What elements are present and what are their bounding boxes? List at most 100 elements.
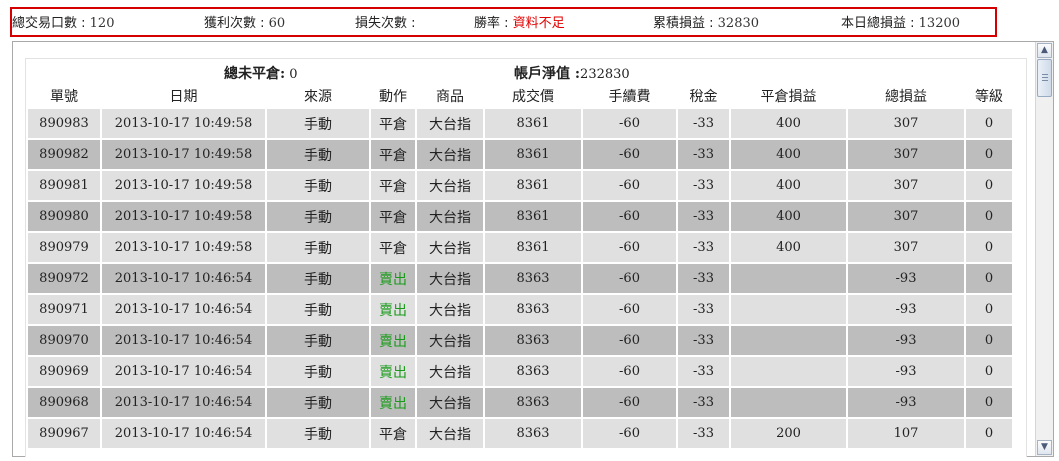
col-header-id: 單號 (27, 85, 101, 108)
cell-product: 大台指 (415, 107, 485, 140)
cell-source: 手動 (265, 200, 371, 233)
cell-price: 8363 (483, 355, 583, 388)
cell-id: 890980 (26, 200, 102, 233)
scroll-down-icon[interactable]: ▼ (1037, 440, 1052, 455)
col-header-product: 商品 (416, 85, 484, 108)
stat-cumulative-value: 32830 (717, 16, 760, 31)
col-header-action: 動作 (370, 85, 416, 108)
col-header-tax: 稅金 (677, 85, 730, 108)
open-positions-value: 0 (285, 67, 298, 82)
col-header-close-pl: 平倉損益 (730, 85, 847, 108)
col-header-price: 成交價 (484, 85, 582, 108)
stat-total-trades: 總交易口數 : 120 (12, 12, 114, 31)
table-row[interactable]: 890970 2013-10-17 10:46:54 手動 賣出 大台指 8363 -60-… (26, 324, 1014, 357)
cell-fee: -60 (581, 293, 678, 326)
cell-level: 0 (964, 262, 1014, 295)
stats-bar: 總交易口數 : 120 獲利次數 : 60 損失次數 : 勝率 : 資料不足 累… (10, 7, 997, 37)
scrollbar-thumb[interactable] (1037, 59, 1052, 97)
cell-source: 手動 (265, 262, 371, 295)
vertical-scrollbar[interactable]: ▲ ▼ (1035, 42, 1053, 456)
cell-action: 賣出 (369, 262, 417, 295)
open-positions: 總未平倉: 0 (224, 63, 298, 83)
stat-losses-label: 損失次數 : (355, 16, 416, 31)
cell-level: 0 (964, 417, 1014, 450)
cell-tax: -33 (676, 386, 731, 419)
cell-product: 大台指 (415, 200, 485, 233)
table-row[interactable]: 890967 2013-10-17 10:46:54 手動 平倉 大台指 8363 -60-… (26, 417, 1014, 450)
cell-date: 2013-10-17 10:49:58 (100, 138, 267, 171)
open-positions-label: 總未平倉: (224, 66, 286, 82)
cell-action: 賣出 (369, 293, 417, 326)
col-header-level: 等級 (965, 85, 1013, 108)
stat-today-value: 13200 (918, 16, 961, 31)
trades-table: 單號 日期 來源 動作 商品 成交價 手續費 稅金 平倉損益 總損益 等級 89… (26, 85, 1014, 450)
cell-date: 2013-10-17 10:49:58 (100, 107, 267, 140)
cell-date: 2013-10-17 10:46:54 (100, 262, 267, 295)
cell-level: 0 (964, 138, 1014, 171)
cell-close-pl: 400 (729, 138, 848, 171)
cell-action: 賣出 (369, 355, 417, 388)
table-row[interactable]: 890979 2013-10-17 10:49:58 手動 平倉 大台指 8361 -60-… (26, 231, 1014, 264)
cell-source: 手動 (265, 386, 371, 419)
cell-close-pl: 400 (729, 169, 848, 202)
cell-price: 8363 (483, 324, 583, 357)
table-row[interactable]: 890982 2013-10-17 10:49:58 手動 平倉 大台指 8361 -60-… (26, 138, 1014, 171)
cell-action: 平倉 (369, 169, 417, 202)
cell-close-pl (729, 355, 848, 388)
col-header-source: 來源 (266, 85, 370, 108)
cell-id: 890970 (26, 324, 102, 357)
scroll-up-icon[interactable]: ▲ (1037, 43, 1052, 58)
stat-win-rate-label: 勝率 : (474, 16, 513, 31)
cell-fee: -60 (581, 169, 678, 202)
cell-date: 2013-10-17 10:46:54 (100, 324, 267, 357)
cell-action: 賣出 (369, 324, 417, 357)
stat-losses: 損失次數 : (355, 12, 416, 31)
cell-source: 手動 (265, 355, 371, 388)
cell-total-pl: 307 (846, 231, 966, 264)
cell-close-pl (729, 386, 848, 419)
table-row[interactable]: 890969 2013-10-17 10:46:54 手動 賣出 大台指 8363 -60-… (26, 355, 1014, 388)
table-row[interactable]: 890972 2013-10-17 10:46:54 手動 賣出 大台指 8363 -60-… (26, 262, 1014, 295)
table-row[interactable]: 890971 2013-10-17 10:46:54 手動 賣出 大台指 8363 -60-… (26, 293, 1014, 326)
cell-price: 8363 (483, 386, 583, 419)
cell-source: 手動 (265, 324, 371, 357)
cell-date: 2013-10-17 10:46:54 (100, 293, 267, 326)
cell-id: 890968 (26, 386, 102, 419)
cell-price: 8361 (483, 200, 583, 233)
cell-product: 大台指 (415, 293, 485, 326)
cell-fee: -60 (581, 262, 678, 295)
table-row[interactable]: 890968 2013-10-17 10:46:54 手動 賣出 大台指 8363 -60-… (26, 386, 1014, 419)
cell-level: 0 (964, 107, 1014, 140)
cell-total-pl: 307 (846, 200, 966, 233)
table-row[interactable]: 890980 2013-10-17 10:49:58 手動 平倉 大台指 8361 -60-… (26, 200, 1014, 233)
cell-action: 平倉 (369, 417, 417, 450)
cell-level: 0 (964, 200, 1014, 233)
cell-action: 平倉 (369, 231, 417, 264)
table-row[interactable]: 890981 2013-10-17 10:49:58 手動 平倉 大台指 8361 -60-… (26, 169, 1014, 202)
cell-tax: -33 (676, 138, 731, 171)
table-row[interactable]: 890983 2013-10-17 10:49:58 手動 平倉 大台指 8361 -60-… (26, 107, 1014, 140)
account-equity-label: 帳戶淨值 : (514, 66, 581, 82)
cell-fee: -60 (581, 386, 678, 419)
cell-tax: -33 (676, 262, 731, 295)
cell-product: 大台指 (415, 324, 485, 357)
cell-total-pl: -93 (846, 355, 966, 388)
col-header-fee: 手續費 (582, 85, 677, 108)
cell-product: 大台指 (415, 138, 485, 171)
cell-product: 大台指 (415, 169, 485, 202)
cell-tax: -33 (676, 200, 731, 233)
trades-panel[interactable]: 總未平倉: 0 帳戶淨值 :232830 單號 日期 來源 動作 商品 成交價 … (12, 41, 1054, 457)
cell-product: 大台指 (415, 262, 485, 295)
cell-fee: -60 (581, 200, 678, 233)
cell-product: 大台指 (415, 355, 485, 388)
cell-total-pl: -93 (846, 386, 966, 419)
table-header-row: 單號 日期 來源 動作 商品 成交價 手續費 稅金 平倉損益 總損益 等級 (27, 85, 1013, 108)
stat-wins: 獲利次數 : 60 (204, 12, 285, 31)
cell-fee: -60 (581, 355, 678, 388)
cell-total-pl: -93 (846, 262, 966, 295)
cell-id: 890967 (26, 417, 102, 450)
cell-close-pl (729, 324, 848, 357)
col-header-total-pl: 總損益 (847, 85, 965, 108)
cell-fee: -60 (581, 138, 678, 171)
cell-total-pl: -93 (846, 293, 966, 326)
